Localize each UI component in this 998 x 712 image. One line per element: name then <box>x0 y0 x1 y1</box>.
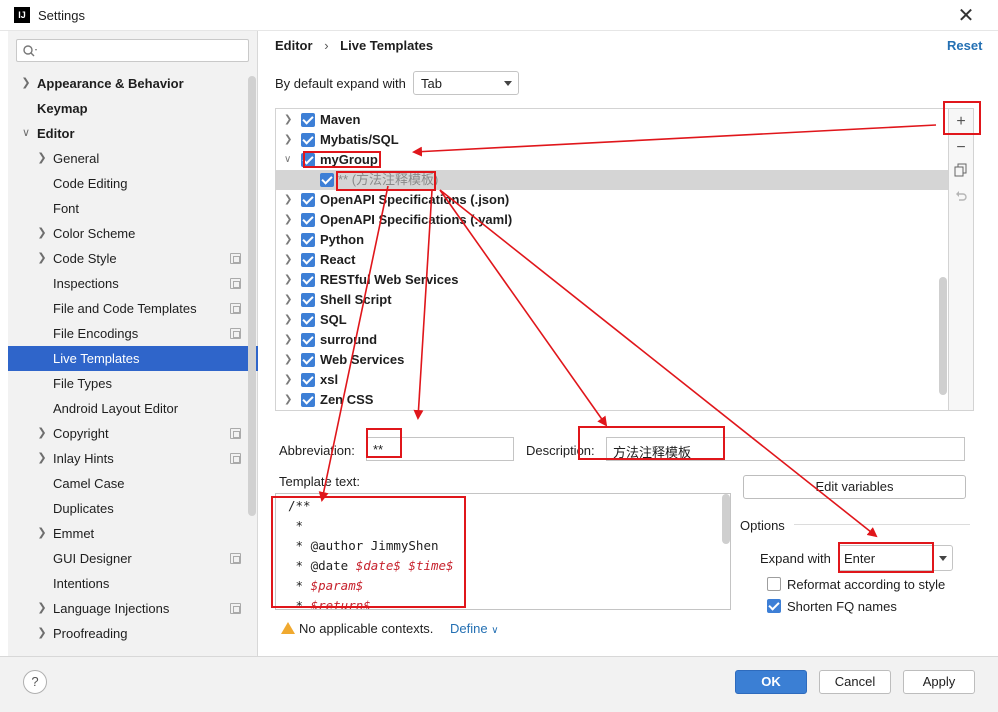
annotation-arrow <box>412 124 937 157</box>
annotation-arrow <box>439 189 608 427</box>
annotation-arrow <box>318 185 389 502</box>
annotation-arrow <box>413 189 433 420</box>
annotation-arrow <box>439 189 878 538</box>
annotation-arrows <box>318 124 937 538</box>
